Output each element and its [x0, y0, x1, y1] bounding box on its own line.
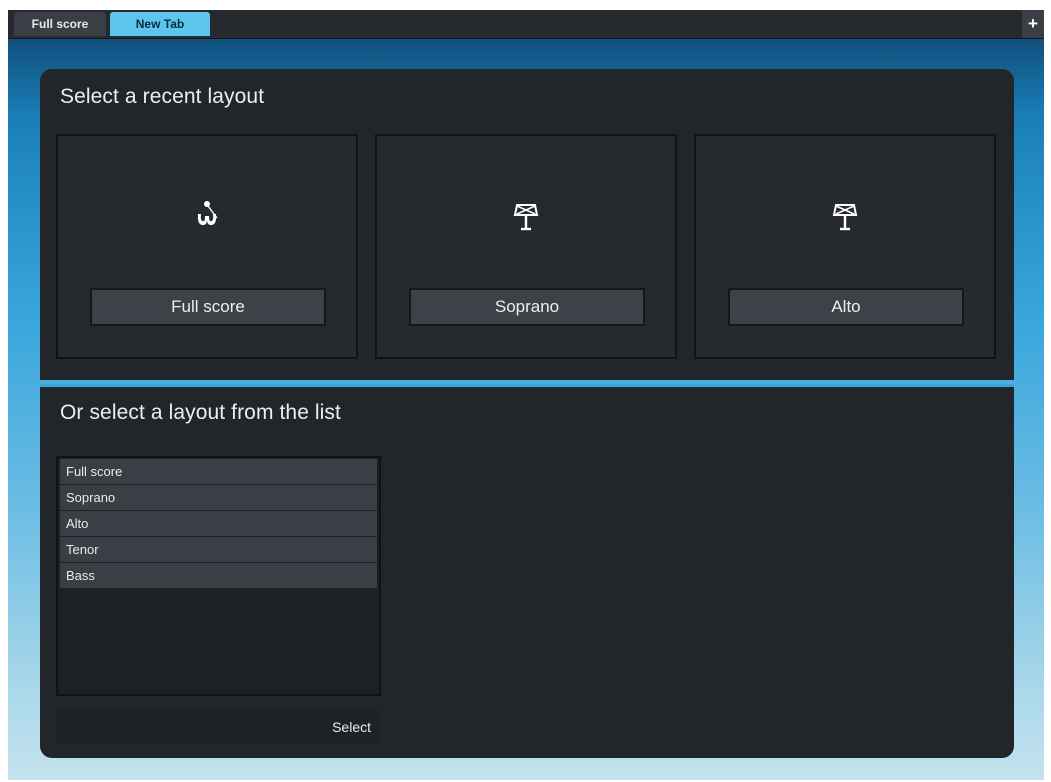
list-item[interactable]: Full score — [60, 459, 377, 484]
conductor-icon — [197, 201, 218, 226]
recent-card-full-score[interactable]: Full score — [56, 134, 358, 359]
layout-list-panel: Or select a layout from the list Full sc… — [40, 384, 1014, 758]
list-item[interactable]: Tenor — [60, 537, 377, 562]
recent-layouts-title: Select a recent layout — [60, 85, 265, 108]
music-stand-icon — [513, 204, 539, 231]
app-window: Full score New Tab + Select a recent lay… — [8, 10, 1044, 780]
list-item[interactable]: Alto — [60, 511, 377, 536]
select-bar: Select — [56, 710, 381, 744]
music-stand-icon — [832, 204, 858, 231]
tab-new-tab[interactable]: New Tab — [110, 12, 210, 36]
recent-card-alto[interactable]: Alto — [694, 134, 996, 359]
recent-layouts-panel: Select a recent layout Full score Sopran… — [40, 69, 1014, 380]
recent-card-button[interactable]: Soprano — [409, 288, 645, 326]
plus-icon[interactable]: + — [1022, 10, 1044, 38]
recent-card-button[interactable]: Alto — [728, 288, 964, 326]
layout-list-title: Or select a layout from the list — [60, 401, 341, 424]
layout-list[interactable]: Full score Soprano Alto Tenor Bass — [56, 456, 381, 696]
list-item[interactable]: Soprano — [60, 485, 377, 510]
recent-card-button[interactable]: Full score — [90, 288, 326, 326]
tab-full-score[interactable]: Full score — [14, 12, 106, 36]
list-item[interactable]: Bass — [60, 563, 377, 588]
select-button[interactable]: Select — [332, 710, 371, 744]
tab-bar: Full score New Tab + — [8, 10, 1044, 39]
recent-card-soprano[interactable]: Soprano — [375, 134, 677, 359]
